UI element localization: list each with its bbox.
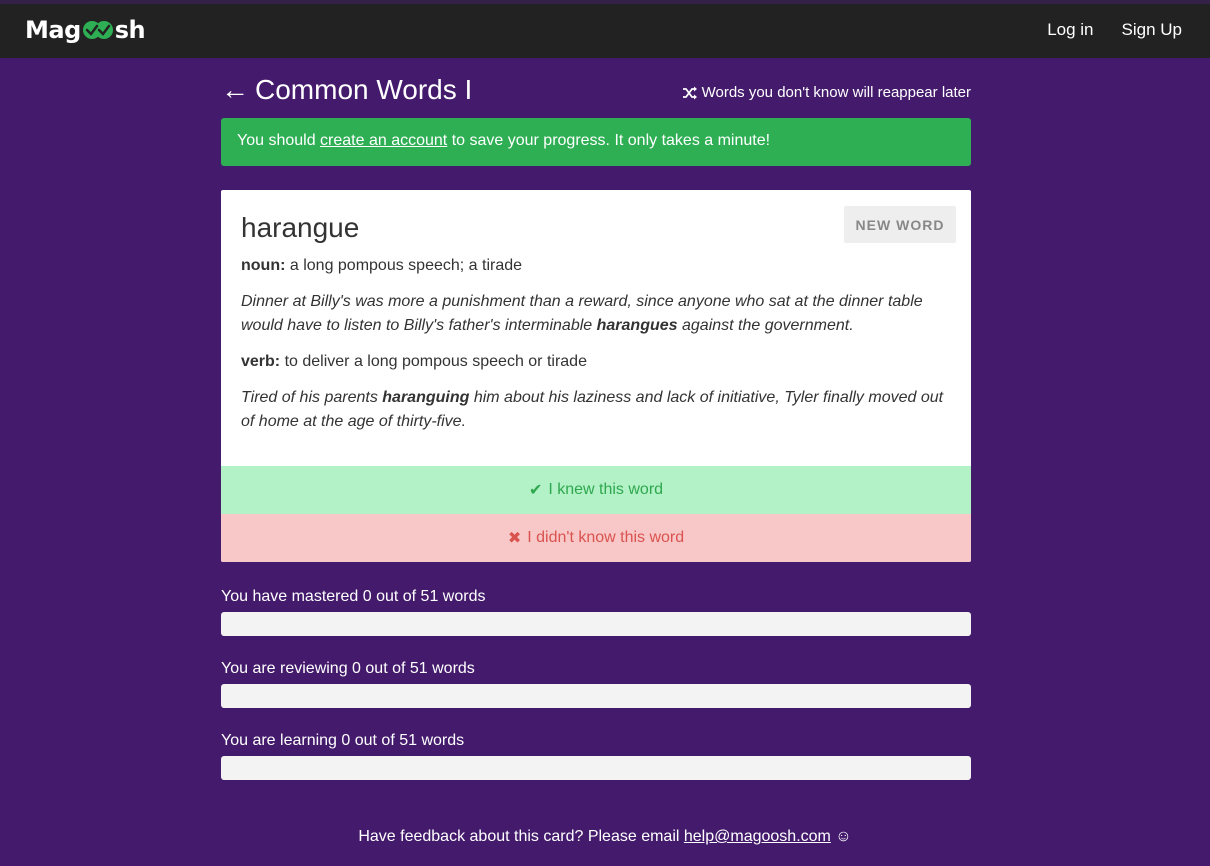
- cross-icon: ✖: [507, 530, 522, 547]
- noun-label: noun:: [241, 257, 286, 274]
- noun-example-text-end: against the government.: [677, 317, 854, 334]
- learning-progress-bar: [221, 756, 971, 780]
- shuffle-icon: [682, 86, 698, 100]
- feedback-text: Have feedback about this card? Please em…: [358, 828, 684, 845]
- reappear-text: Words you don't know will reappear later: [701, 84, 971, 101]
- card-word: harangue: [241, 212, 360, 243]
- create-account-alert: You should create an account to save you…: [221, 118, 971, 166]
- signup-link[interactable]: Sign Up: [1122, 20, 1182, 40]
- logo-text-left: Mag: [25, 16, 81, 44]
- noun-definition: noun: a long pompous speech; a tirade: [241, 254, 951, 278]
- verb-example: Tired of his parents haranguing him abou…: [241, 386, 951, 434]
- navbar: Mag sh Log in Sign Up: [0, 0, 1210, 58]
- reviewing-label: You are reviewing 0 out of 51 words: [221, 660, 475, 677]
- logo-text-right: sh: [114, 16, 146, 44]
- back-to-deck-link[interactable]: ← Common Words I: [221, 74, 472, 106]
- verb-definition: verb: to deliver a long pompous speech o…: [241, 350, 951, 374]
- reviewing-progress-bar: [221, 684, 971, 708]
- knew-word-label: I knew this word: [548, 481, 664, 498]
- flashcard: harangue NEW WORD noun: a long pompous s…: [221, 190, 971, 562]
- feedback-footer: Have feedback about this card? Please em…: [0, 828, 1210, 846]
- learning-progress: You are learning 0 out of 51 words: [221, 732, 971, 780]
- noun-example: Dinner at Billy's was more a punishment …: [241, 290, 951, 338]
- smiley-icon: ☺: [830, 828, 852, 845]
- verb-example-text: Tired of his parents: [241, 389, 383, 406]
- magoosh-logo[interactable]: Mag sh: [25, 16, 146, 44]
- verb-label: verb:: [241, 353, 281, 370]
- knew-word-button[interactable]: ✔ I knew this word: [221, 466, 971, 514]
- mastered-label: You have mastered 0 out of 51 words: [221, 588, 486, 605]
- new-word-button[interactable]: NEW WORD: [844, 206, 956, 243]
- reappear-note: Words you don't know will reappear later: [682, 84, 971, 101]
- checkmark-icon: ✔: [528, 482, 543, 499]
- didnt-know-word-button[interactable]: ✖ I didn't know this word: [221, 514, 971, 562]
- mastered-progress: You have mastered 0 out of 51 words: [221, 588, 971, 636]
- alert-text-before: You should: [237, 132, 321, 149]
- create-account-link[interactable]: create an account: [320, 132, 447, 149]
- learning-label: You are learning 0 out of 51 words: [221, 732, 465, 749]
- back-arrow-icon: ←: [221, 74, 249, 105]
- alert-text-after: to save your progress. It only takes a m…: [447, 132, 771, 149]
- login-link[interactable]: Log in: [1047, 20, 1093, 40]
- didnt-know-word-label: I didn't know this word: [527, 529, 685, 546]
- feedback-email-link[interactable]: help@magoosh.com: [684, 828, 831, 845]
- noun-definition-text: a long pompous speech; a tirade: [285, 257, 523, 274]
- double-check-circle-icon: [82, 19, 114, 41]
- reviewing-progress: You are reviewing 0 out of 51 words: [221, 660, 971, 708]
- noun-example-word: harangues: [596, 317, 678, 334]
- mastered-progress-bar: [221, 612, 971, 636]
- deck-header: ← Common Words I Words you don't know wi…: [221, 74, 971, 110]
- verb-definition-text: to deliver a long pompous speech or tira…: [280, 353, 587, 370]
- page-title: Common Words I: [255, 74, 473, 105]
- verb-example-word: haranguing: [382, 389, 470, 406]
